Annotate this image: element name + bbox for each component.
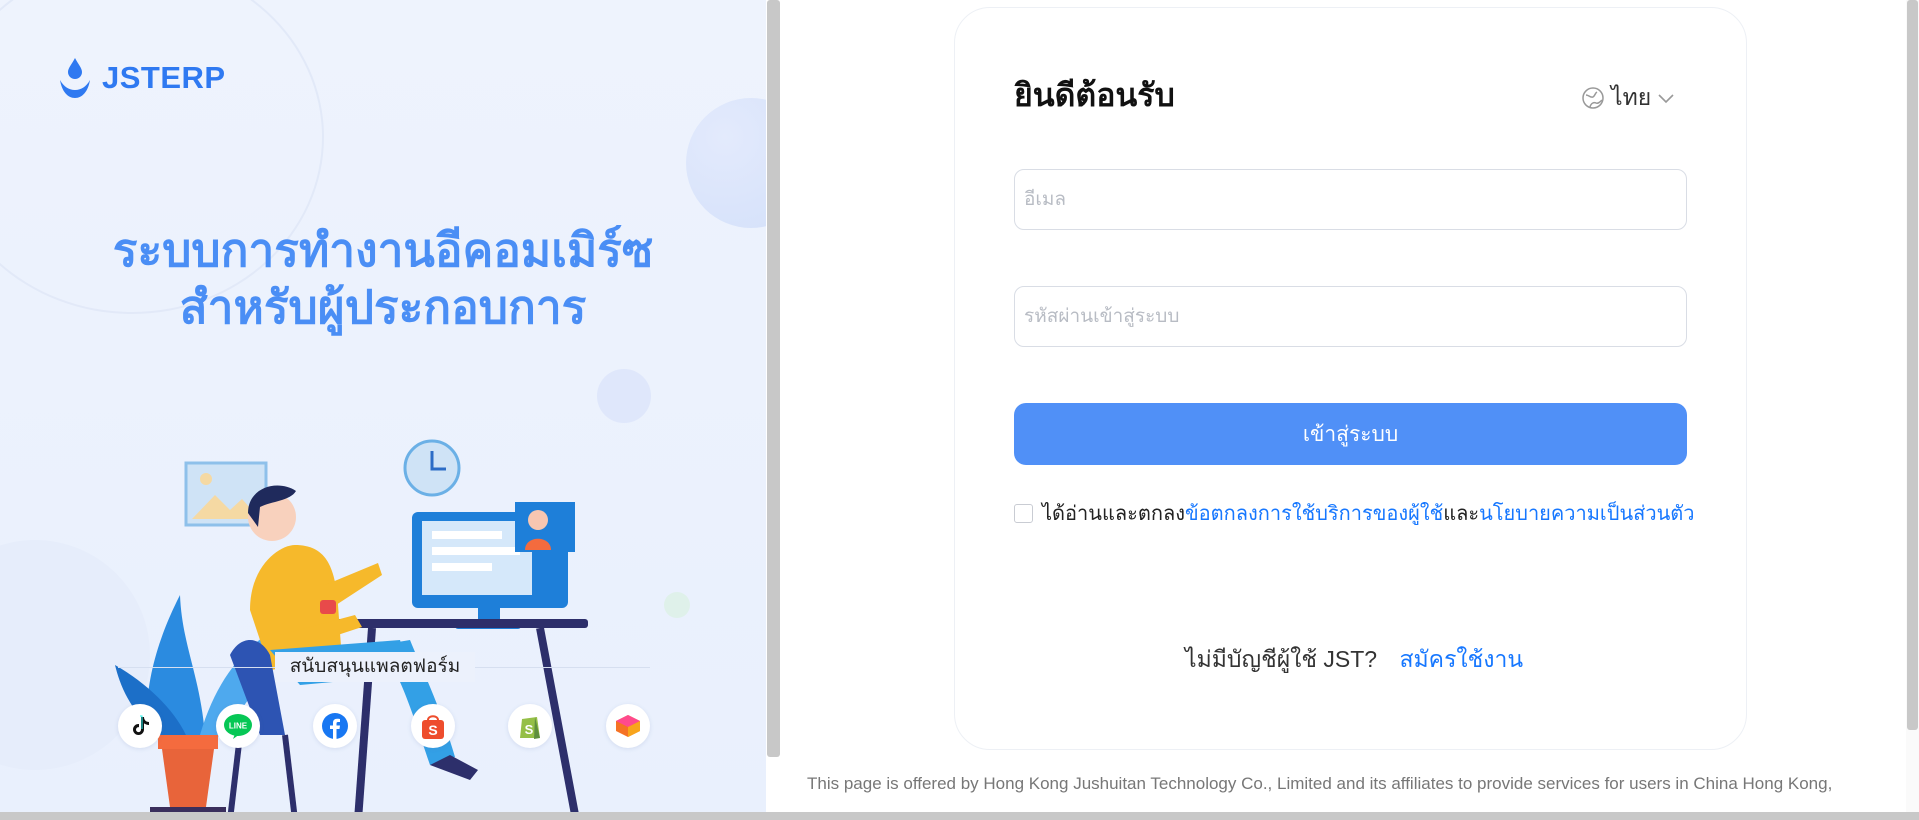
page-scrollbar[interactable]	[1907, 0, 1918, 730]
svg-text:LINE: LINE	[228, 722, 247, 731]
line-icon: LINE	[215, 704, 260, 748]
platform-list: LINE S S	[118, 704, 650, 748]
agreement-row: ได้อ่านและตกลง ข้อตกลงการใช้บริการของผู้…	[1014, 497, 1694, 529]
terms-link[interactable]: ข้อตกลงการใช้บริการของผู้ใช้	[1185, 497, 1443, 529]
left-panel-scrollbar[interactable]	[767, 0, 780, 757]
brand-logo: JSTERP	[58, 56, 226, 100]
hero-panel: JSTERP ระบบการทำงานอีคอมเมิร์ซ สำหรับผู้…	[0, 0, 766, 820]
workspace-illustration	[115, 439, 588, 820]
chevron-down-icon	[1658, 94, 1674, 104]
svg-text:S: S	[428, 722, 437, 738]
shopee-icon: S	[410, 704, 455, 748]
decor-bubble	[597, 369, 651, 423]
footer-notice: This page is offered by Hong Kong Jushui…	[807, 774, 1833, 793]
brand-name: JSTERP	[102, 60, 226, 95]
language-selector[interactable]: ไทย	[1581, 80, 1675, 116]
svg-text:S: S	[525, 722, 534, 737]
signup-row: ไม่มีบัญชีผู้ใช้ JST? สมัครใช้งาน	[1185, 642, 1523, 678]
globe-icon	[1582, 87, 1604, 109]
login-title: ยินดีต้อนรับ	[1014, 77, 1175, 113]
signup-link[interactable]: สมัครใช้งาน	[1399, 646, 1523, 672]
privacy-link[interactable]: นโยบายความเป็นส่วนตัว	[1479, 497, 1694, 529]
platform-label: สนับสนุนแพลตฟอร์ม	[275, 652, 475, 682]
language-label: ไทย	[1611, 84, 1652, 110]
password-field[interactable]	[1014, 286, 1687, 347]
facebook-icon	[313, 704, 358, 748]
agreement-conjunction: และ	[1443, 503, 1480, 525]
droplet-logo-icon	[60, 58, 90, 98]
agreement-prefix: ได้อ่านและตกลง	[1042, 503, 1185, 525]
tiktok-icon	[118, 704, 162, 748]
horizontal-scrollbar[interactable]	[0, 812, 1919, 820]
decor-bubble	[686, 98, 766, 228]
email-field[interactable]	[1014, 169, 1687, 230]
headline-line2: สำหรับผู้ประกอบการ	[179, 281, 587, 333]
lazada-icon	[605, 704, 650, 748]
headline-line1: ระบบการทำงานอีคอมเมิร์ซ	[112, 224, 654, 276]
agreement-checkbox[interactable]	[1014, 503, 1033, 523]
shopify-icon: S	[508, 704, 553, 748]
login-button[interactable]: เข้าสู่ระบบ	[1014, 403, 1687, 465]
signup-prompt: ไม่มีบัญชีผู้ใช้ JST?	[1185, 646, 1378, 672]
